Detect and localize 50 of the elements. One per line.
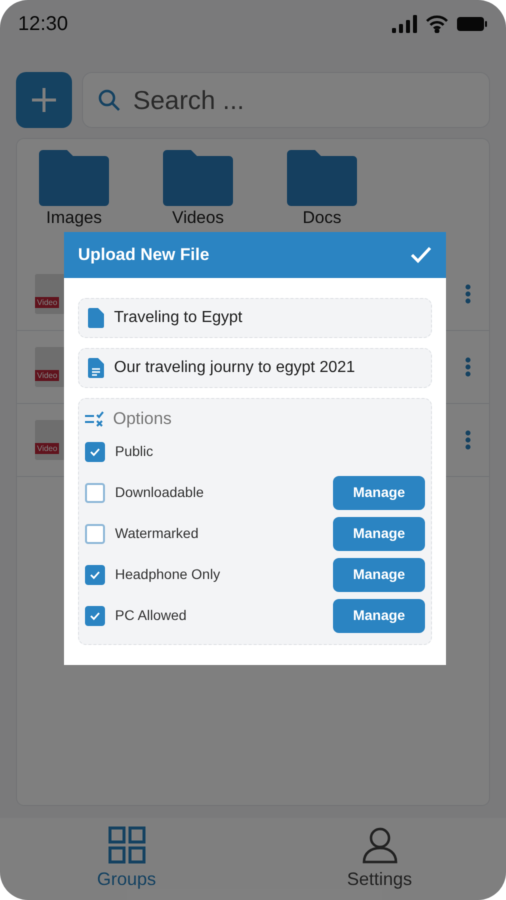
search-icon [97, 88, 121, 112]
option-label: PC Allowed [115, 606, 187, 625]
video-thumbnail[interactable]: Video [35, 274, 65, 314]
option-label: Public [115, 442, 154, 461]
more-icon[interactable] [465, 357, 471, 377]
grid-icon [108, 826, 146, 864]
manage-button[interactable]: Manage [333, 598, 425, 632]
checkbox[interactable] [85, 564, 105, 584]
video-thumbnail[interactable]: Video [35, 347, 65, 387]
manage-button[interactable]: Manage [333, 476, 425, 510]
folder-label: Videos [172, 208, 224, 228]
nav-tab[interactable]: Settings [253, 818, 506, 900]
manage-button[interactable]: Manage [333, 558, 425, 592]
list-check-icon [85, 411, 105, 427]
confirm-check-icon[interactable] [410, 246, 432, 264]
video-tag: Video [35, 370, 60, 381]
search-field[interactable]: Search ... [133, 80, 475, 120]
video-thumbnail[interactable]: Video [35, 420, 65, 460]
checkbox[interactable] [85, 442, 105, 462]
text-field[interactable]: Traveling to Egypt [78, 298, 432, 338]
options-label: Options [113, 408, 172, 430]
checkbox[interactable] [85, 524, 105, 544]
option-label: Downloadable [115, 483, 204, 502]
nav-tab[interactable]: Groups [0, 818, 253, 900]
manage-button[interactable]: Manage [333, 516, 425, 550]
folder-icon[interactable] [163, 150, 233, 206]
option-label: Watermarked [115, 524, 199, 543]
text-field[interactable]: Our traveling journy to egypt 2021 [78, 348, 432, 388]
plus-icon [31, 87, 57, 113]
checkbox[interactable] [85, 482, 105, 502]
folder-icon[interactable] [39, 150, 109, 206]
dialog-title: Upload New File [78, 244, 210, 266]
folder-label: Docs [302, 208, 342, 228]
add-button[interactable] [16, 72, 72, 128]
text-document-icon [88, 358, 104, 378]
folder-icon[interactable] [287, 150, 357, 206]
user-icon [360, 826, 398, 864]
more-icon[interactable] [465, 284, 471, 304]
signal-icon [392, 15, 418, 33]
wifi-icon [426, 15, 448, 33]
more-icon[interactable] [465, 430, 471, 450]
status-time: 12:30 [18, 12, 68, 37]
search-bar[interactable]: Search ... [82, 72, 490, 128]
checkbox[interactable] [85, 606, 105, 626]
video-tag: Video [35, 297, 60, 308]
document-icon [88, 308, 104, 328]
folder-label: Images [46, 208, 102, 228]
option-label: Headphone Only [115, 565, 220, 584]
video-tag: Video [35, 443, 60, 454]
battery-icon [456, 16, 488, 32]
